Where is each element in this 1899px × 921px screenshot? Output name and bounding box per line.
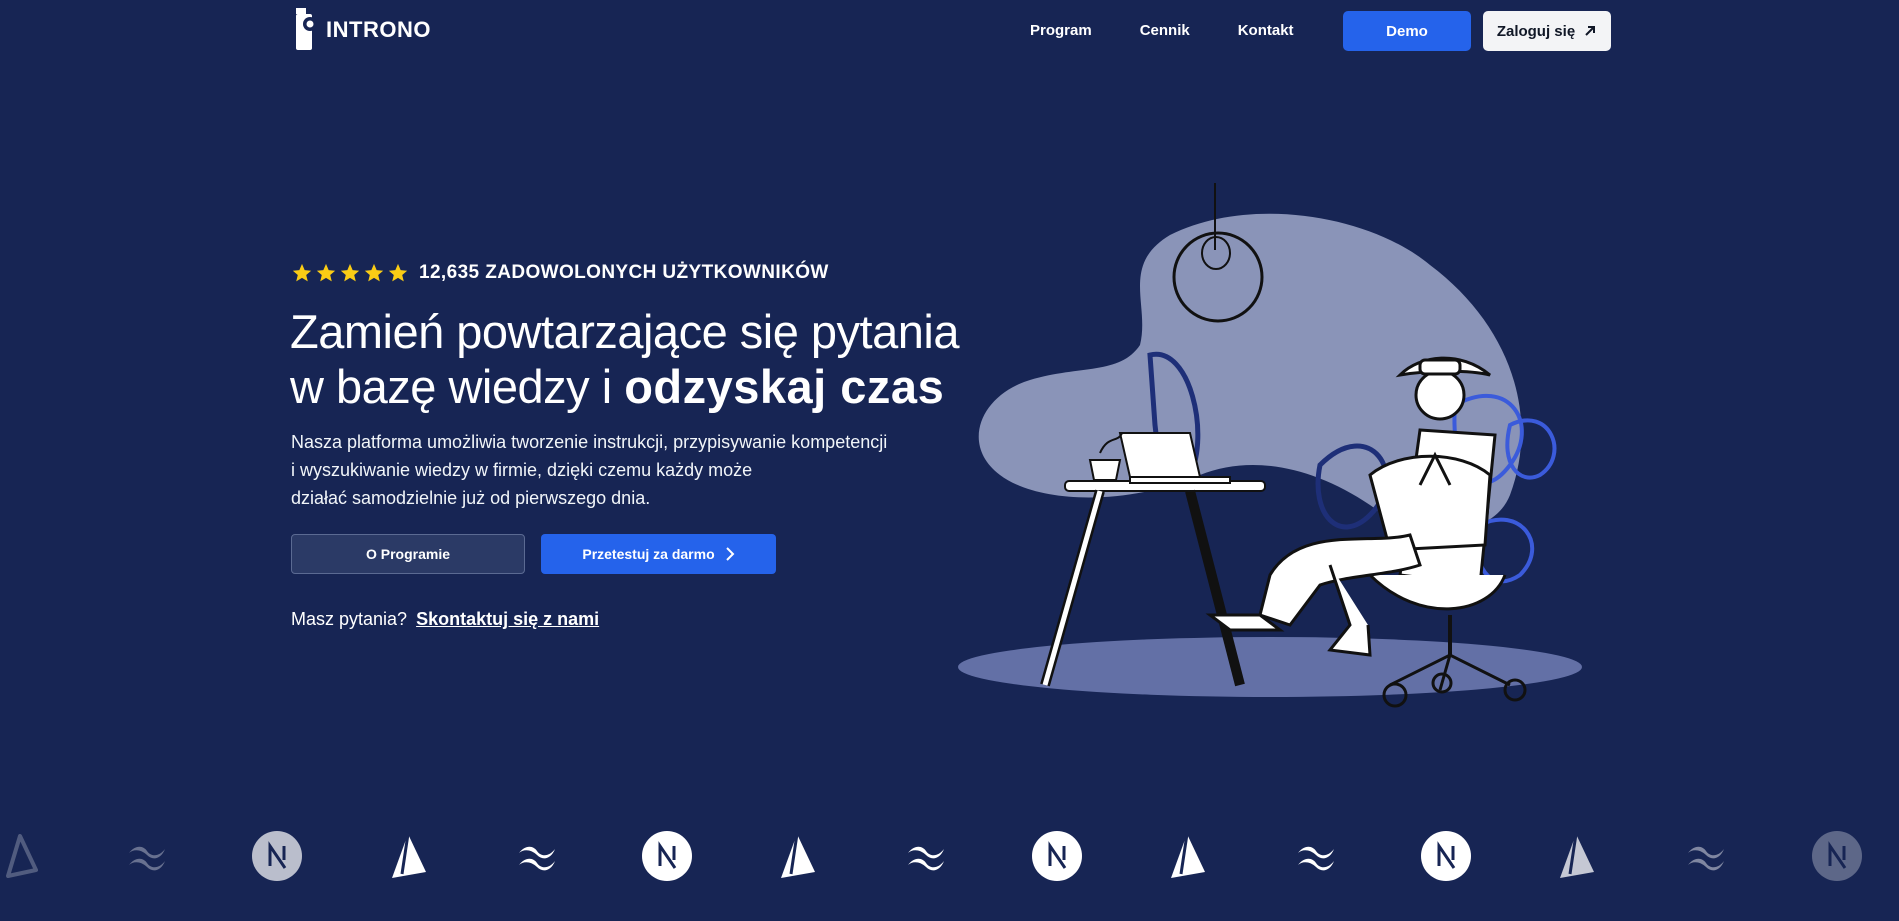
brand-name: INTRONO xyxy=(326,17,431,42)
brand-logo[interactable]: INTRONO xyxy=(296,8,431,52)
chevron-right-icon xyxy=(725,547,735,561)
star-icon xyxy=(388,263,408,282)
tech-logo-strip xyxy=(0,820,1899,892)
description-line-1: Nasza platforma umożliwia tworzenie inst… xyxy=(291,432,888,452)
prisma-logo-icon xyxy=(769,828,825,884)
star-icon xyxy=(340,263,360,282)
person-head xyxy=(1414,369,1466,421)
star-icon xyxy=(364,263,384,282)
nextjs-logo-icon xyxy=(1809,828,1865,884)
about-program-label: O Programie xyxy=(365,546,451,562)
headline-highlight: odzyskaj czas xyxy=(624,360,945,413)
contact-link[interactable]: Skontaktuj się z nami xyxy=(416,609,599,629)
login-button-label: Zaloguj się xyxy=(1496,22,1576,40)
hero-description: Nasza platforma umożliwia tworzenie inst… xyxy=(291,428,911,512)
laptop xyxy=(1118,432,1202,478)
nextjs-logo-icon xyxy=(1418,828,1474,884)
contact-prefix: Masz pytania? xyxy=(291,609,408,629)
external-arrow-icon xyxy=(1585,26,1596,36)
rating-text: 12,635 ZADOWOLONYCH UŻYTKOWNIKÓW xyxy=(419,262,829,283)
tailwind-logo-icon xyxy=(509,828,565,884)
prisma-logo-icon xyxy=(380,828,436,884)
headline-line-2: w bazę wiedzy i xyxy=(290,360,625,413)
demo-button[interactable]: Demo xyxy=(1343,11,1471,51)
prisma-logo-icon xyxy=(1548,828,1604,884)
prisma-logo-icon xyxy=(1159,828,1215,884)
nextjs-logo-icon xyxy=(1029,828,1085,884)
rating-stars xyxy=(291,262,409,284)
top-navbar: INTRONO Program Cennik Kontakt Demo Zalo… xyxy=(0,0,1899,62)
rating-row: 12,635 ZADOWOLONYCH UŻYTKOWNIKÓW xyxy=(291,262,829,284)
nextjs-logo-icon xyxy=(249,828,305,884)
contact-line: Masz pytania? Skontaktuj się z nami xyxy=(291,609,599,630)
about-program-button[interactable]: O Programie xyxy=(291,534,525,574)
tailwind-logo-icon xyxy=(898,828,954,884)
tailwind-logo-icon xyxy=(1678,828,1734,884)
prisma-logo-icon xyxy=(0,828,48,884)
nav-links: Program Cennik Kontakt xyxy=(1030,22,1294,39)
nav-link-cennik[interactable]: Cennik xyxy=(1140,22,1190,39)
nav-link-kontakt[interactable]: Kontakt xyxy=(1238,22,1294,39)
hero-illustration xyxy=(958,183,1582,708)
demo-button-label: Demo xyxy=(1386,22,1428,40)
hero-headline: Zamień powtarzające się pytania w bazę w… xyxy=(290,304,1050,414)
free-trial-label: Przetestuj za darmo xyxy=(582,546,715,562)
login-button[interactable]: Zaloguj się xyxy=(1483,11,1611,51)
description-line-2: i wyszukiwanie wiedzy w firmie, dzięki c… xyxy=(291,460,753,480)
nav-link-program[interactable]: Program xyxy=(1030,22,1092,39)
tailwind-logo-icon xyxy=(119,828,175,884)
tailwind-logo-icon xyxy=(1288,828,1344,884)
star-icon xyxy=(316,263,336,282)
description-line-3: działać samodzielnie już od pierwszego d… xyxy=(291,488,651,508)
nextjs-logo-icon xyxy=(639,828,695,884)
headline-line-1: Zamień powtarzające się pytania xyxy=(290,305,959,358)
free-trial-button[interactable]: Przetestuj za darmo xyxy=(541,534,776,574)
introno-logo-icon xyxy=(296,8,317,50)
star-icon xyxy=(292,263,312,282)
